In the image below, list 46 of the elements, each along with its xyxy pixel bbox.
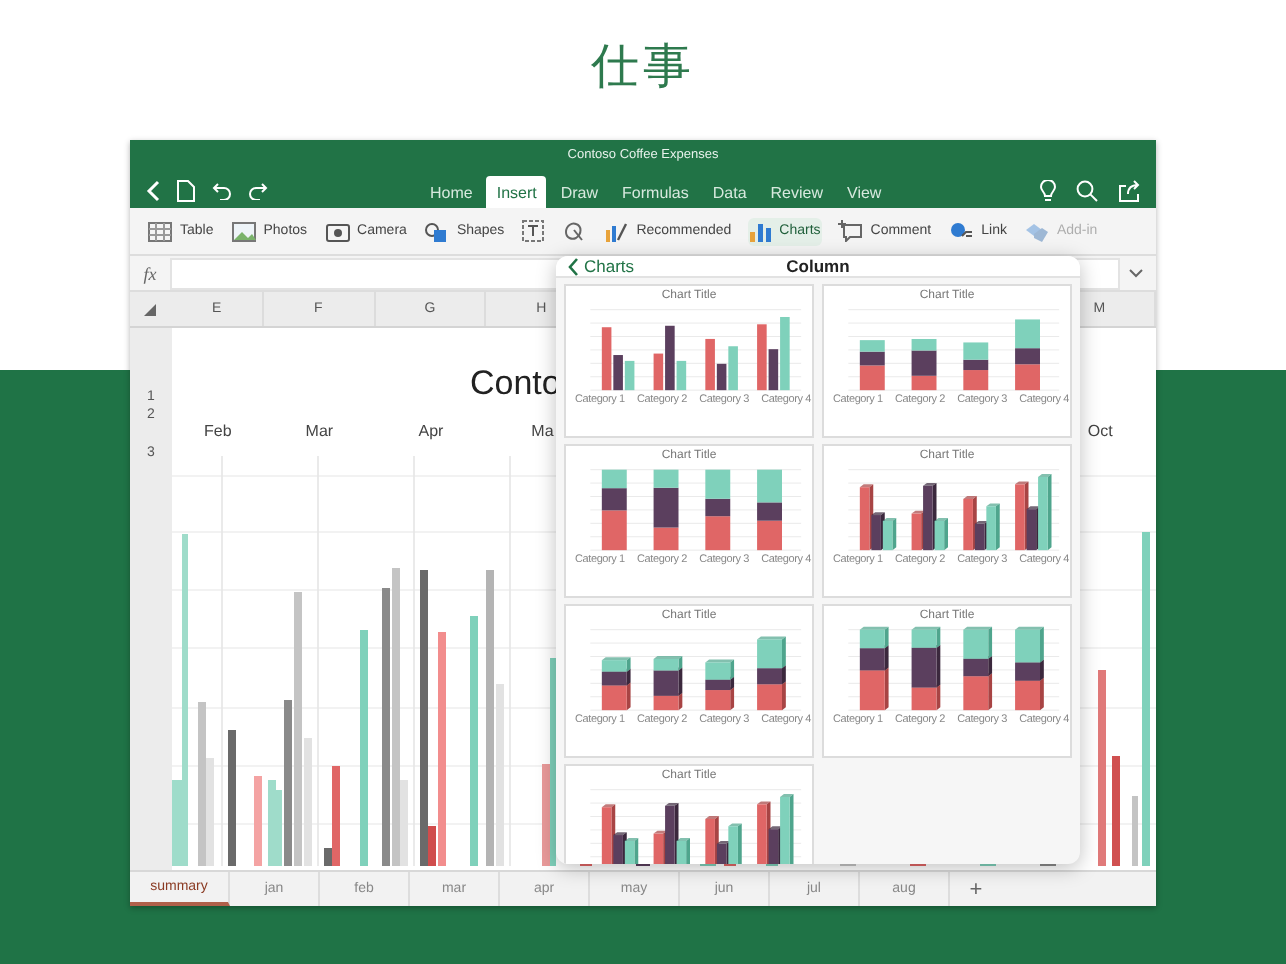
month-label: Feb [204,422,232,440]
add-ins-icon [1024,220,1049,242]
icons-icon [562,220,587,242]
search-icon[interactable] [1076,179,1098,201]
text-box-icon [522,220,545,242]
page-heading: 仕事 [591,38,695,94]
chart-bar [704,659,734,680]
month-label: Oct [1087,422,1113,440]
select-all-icon[interactable] [144,303,157,315]
ribbon-tab[interactable]: Insert [486,176,547,208]
chart-bar [1112,756,1120,866]
file-icon[interactable] [176,179,196,201]
back-icon[interactable] [146,179,160,201]
function-label: fx [141,263,159,283]
ribbon-tab[interactable]: Review [760,176,834,208]
lightbulb-icon[interactable] [1040,179,1056,201]
bar-chart-icon [749,221,772,241]
ribbon-tab[interactable]: View [837,176,892,208]
chart-bar [1132,796,1138,866]
ribbon-tab[interactable]: Formulas [612,176,699,208]
chevron-down-icon[interactable] [1128,268,1144,278]
photo-icon [231,221,256,241]
ribbon-tab[interactable]: Draw [550,176,609,208]
share-icon[interactable] [1118,179,1140,201]
undo-icon[interactable] [212,181,232,199]
table-icon [148,221,172,241]
month-label: Ma [531,422,554,440]
ribbon-tab[interactable]: Data [702,176,757,208]
chevron-left-icon [568,257,578,275]
camera-icon [325,221,350,241]
month-label: Apr [418,422,444,440]
ribbon-tab[interactable]: Home [420,176,483,208]
recommended-charts-icon [604,221,629,241]
chart-bar [858,626,888,649]
insert-icons-button[interactable] [560,216,589,246]
insert-textbox-button[interactable] [520,216,547,246]
popover-title: Column [786,256,850,276]
month-label: Mar [305,422,334,440]
chart-bar [228,730,236,866]
comment-icon [838,220,863,242]
shapes-icon [424,221,449,241]
back-button[interactable]: Charts [556,256,635,276]
link-icon [949,221,974,241]
chart-bar [254,776,262,866]
redo-icon[interactable] [248,181,268,199]
add-sheet-button[interactable]: + [950,872,1002,906]
